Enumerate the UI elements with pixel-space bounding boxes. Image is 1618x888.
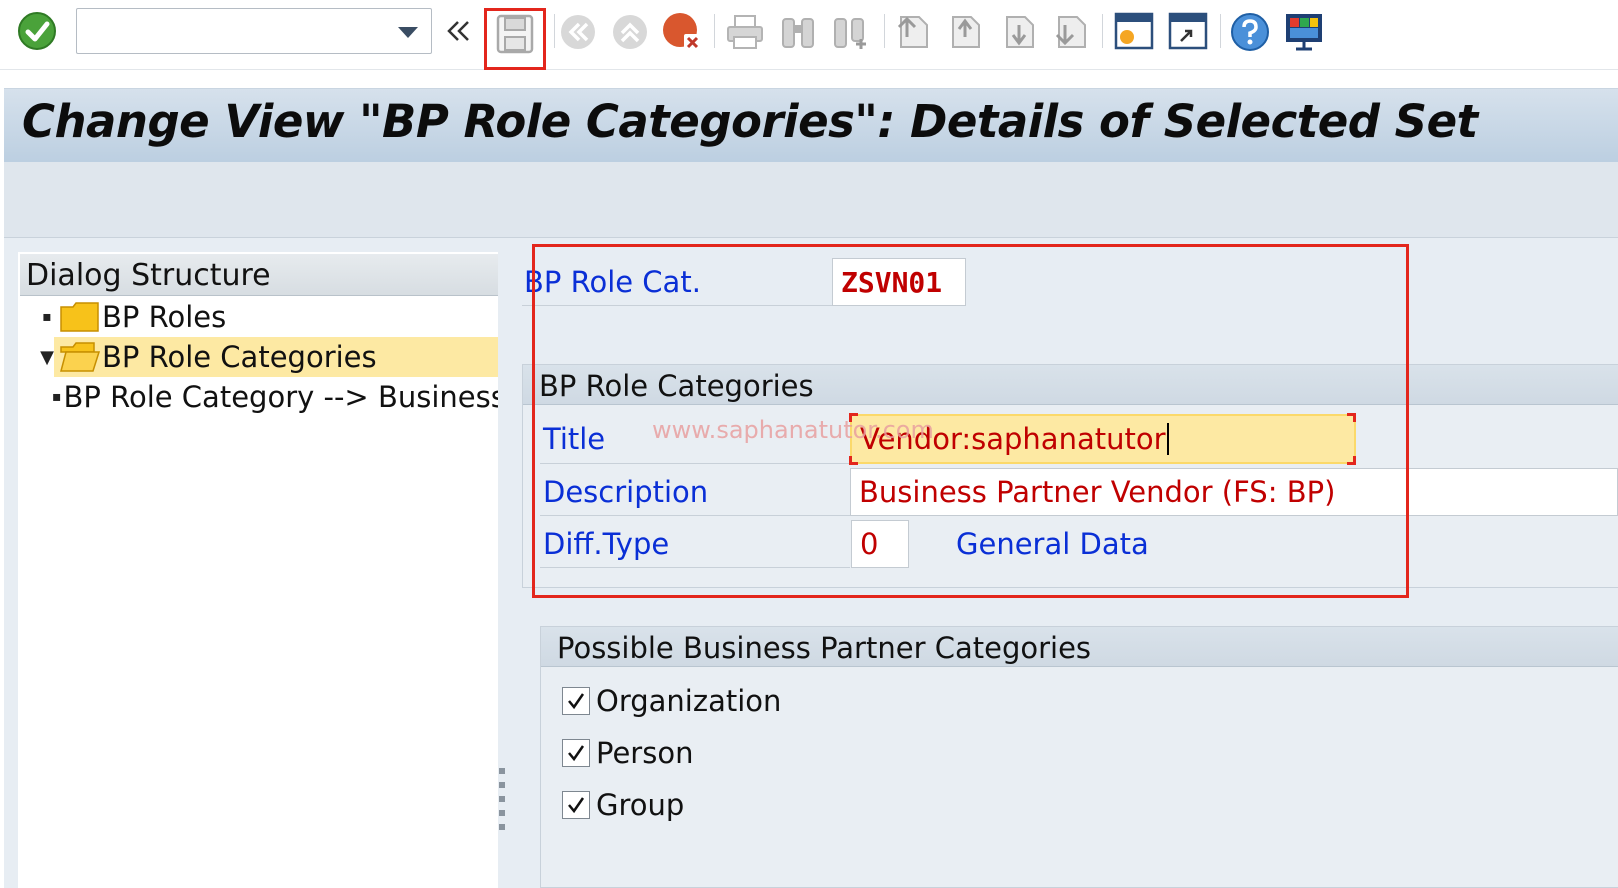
group-checkbox-row[interactable]: Group	[562, 788, 684, 822]
splitter-grip	[499, 782, 505, 788]
tree-item-bp-role-category-transaction[interactable]: ▪ BP Role Category --> Business Transact…	[52, 377, 500, 417]
splitter-grip	[499, 796, 505, 802]
toolbar	[0, 0, 1618, 70]
splitter-grip	[499, 810, 505, 816]
cancel-icon[interactable]	[660, 10, 704, 54]
organization-checkbox[interactable]	[562, 687, 590, 715]
application-toolbar	[4, 162, 1618, 238]
checkmark-icon	[568, 797, 585, 814]
back-icon[interactable]	[558, 12, 598, 52]
help-icon[interactable]	[1228, 10, 1272, 54]
next-page-icon[interactable]	[998, 10, 1040, 52]
splitter-grip	[499, 768, 505, 774]
person-label: Person	[596, 736, 694, 770]
open-folder-icon	[60, 342, 100, 372]
dialog-structure-header: Dialog Structure	[20, 254, 498, 296]
person-checkbox-row[interactable]: Person	[562, 736, 693, 770]
layout-icon[interactable]	[1282, 10, 1326, 54]
pane-splitter[interactable]	[498, 238, 516, 888]
create-session-icon[interactable]	[1112, 10, 1156, 52]
print-icon[interactable]	[724, 12, 766, 52]
person-checkbox[interactable]	[562, 739, 590, 767]
command-field[interactable]	[76, 8, 432, 54]
last-page-icon[interactable]	[1050, 10, 1092, 52]
shortcut-icon[interactable]	[1166, 10, 1210, 52]
enter-icon[interactable]	[16, 10, 58, 52]
expand-arrow-icon[interactable]: ▼	[34, 347, 60, 368]
group-header: Possible Business Partner Categories	[541, 627, 1618, 667]
save-icon[interactable]	[494, 12, 536, 56]
possible-bp-categories-group: Possible Business Partner Categories	[540, 626, 1618, 888]
tree-item-bp-role-categories[interactable]: ▼ BP Role Categories	[34, 337, 500, 377]
tree-item-bp-roles[interactable]: ▪ BP Roles	[34, 297, 500, 337]
title-bar: Change View "BP Role Categories": Detail…	[4, 88, 1618, 162]
page-title: Change View "BP Role Categories": Detail…	[22, 95, 1478, 148]
group-checkbox[interactable]	[562, 791, 590, 819]
find-next-icon[interactable]	[830, 12, 872, 52]
splitter-grip	[499, 824, 505, 830]
checkmark-icon	[568, 693, 585, 710]
organization-checkbox-row[interactable]: Organization	[562, 684, 781, 718]
dropdown-icon[interactable]	[397, 25, 419, 44]
tree-item-label: BP Role Category --> Business Transactio…	[63, 380, 501, 414]
folder-icon	[60, 302, 99, 332]
group-title: Possible Business Partner Categories	[557, 631, 1092, 665]
dialog-structure-title: Dialog Structure	[26, 258, 271, 293]
checkmark-icon	[568, 745, 585, 762]
exit-icon[interactable]	[610, 12, 650, 52]
dialog-structure-pane: Dialog Structure ▪ BP Roles ▼ BP Role Ca…	[18, 252, 514, 888]
find-icon[interactable]	[778, 12, 818, 52]
organization-label: Organization	[596, 684, 782, 718]
first-page-icon[interactable]	[892, 10, 934, 52]
tree-node-bullet: ▪	[42, 309, 52, 325]
group-label: Group	[596, 788, 685, 822]
tree-item-label: BP Roles	[102, 300, 227, 334]
collapse-icon[interactable]	[444, 14, 474, 48]
previous-page-icon[interactable]	[944, 10, 986, 52]
tree-item-label: BP Role Categories	[102, 340, 377, 374]
details-highlight	[532, 244, 1409, 598]
tree-node-bullet: ▪	[52, 389, 62, 405]
